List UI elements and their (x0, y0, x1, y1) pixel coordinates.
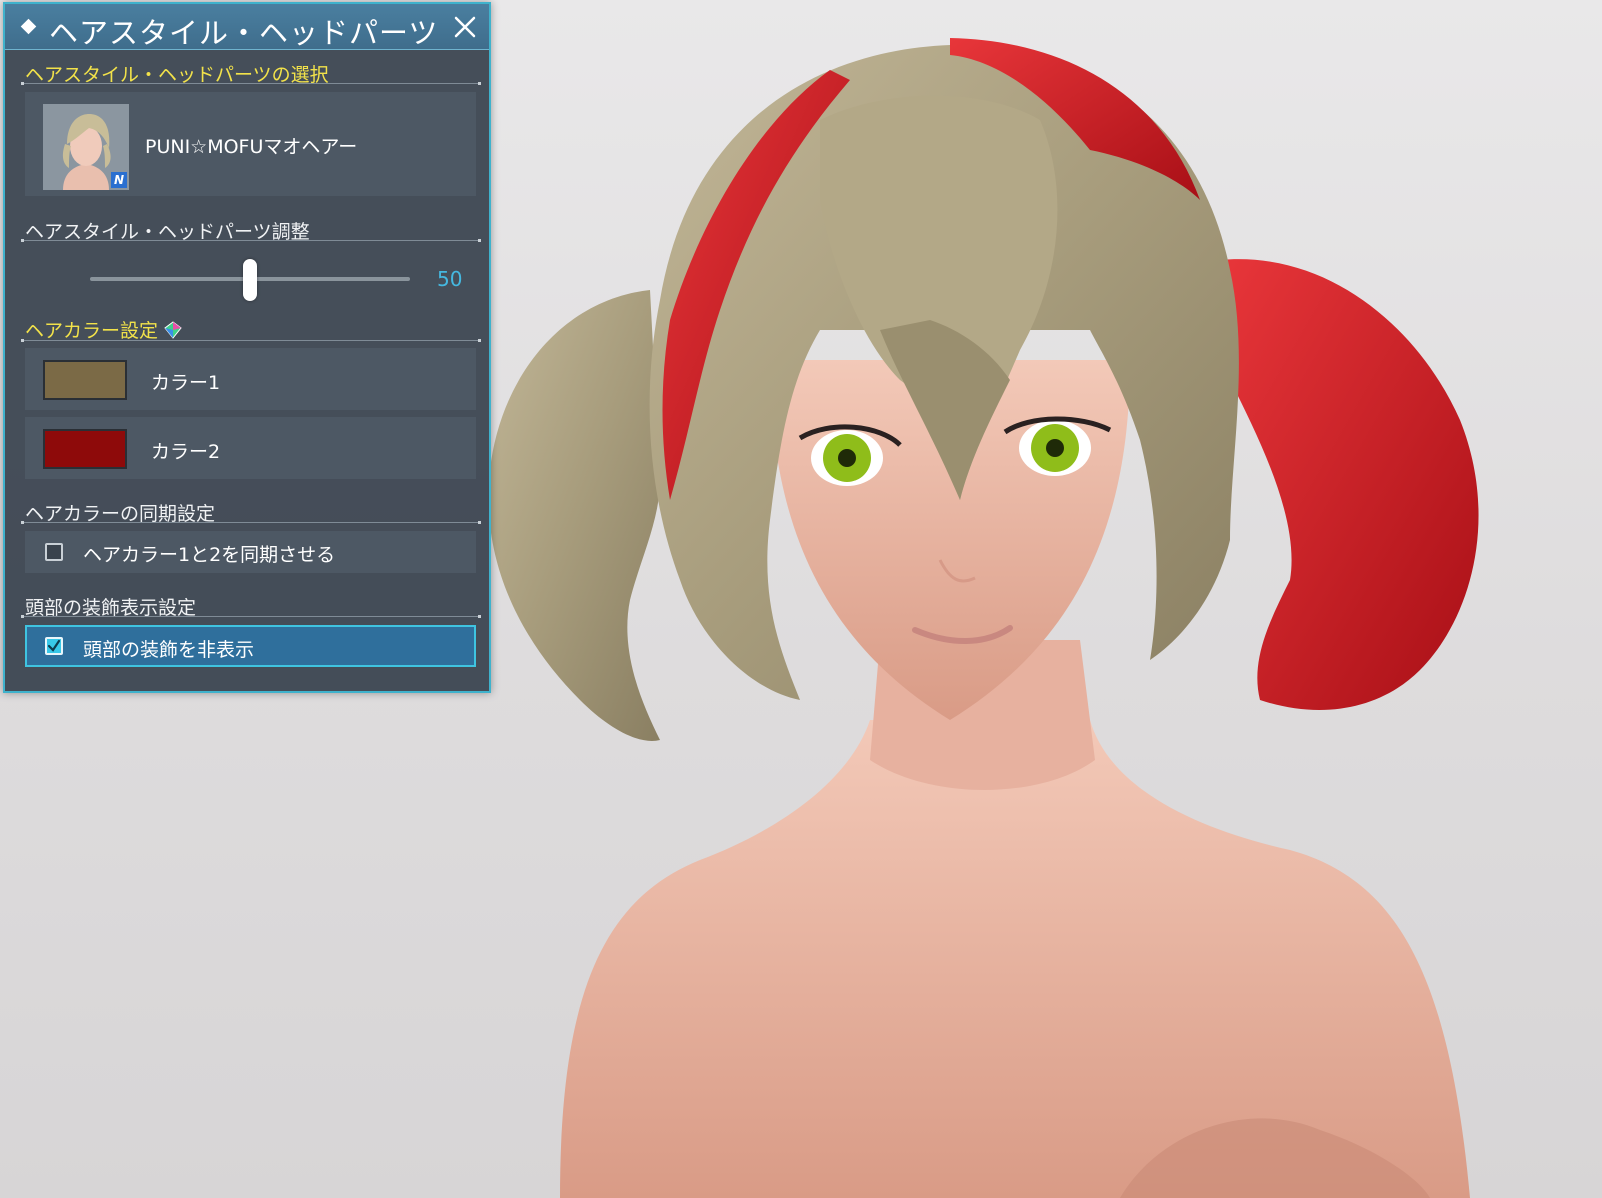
adjust-slider-handle[interactable] (243, 259, 257, 301)
color-2-label: カラー2 (151, 441, 221, 463)
hairstyle-thumbnail: N (43, 104, 129, 190)
sync-colors-option[interactable]: ヘアカラー1と2を同期させる (25, 531, 476, 573)
color-2-swatch (43, 429, 127, 469)
hide-head-decoration-checkbox[interactable] (45, 637, 63, 655)
section-divider (21, 521, 481, 524)
diamond-icon (20, 18, 37, 35)
character-body (560, 640, 1470, 1198)
hair-color-1-button[interactable]: カラー1 (25, 348, 476, 410)
close-button[interactable] (449, 11, 481, 43)
hide-head-decoration-option[interactable]: 頭部の装飾を非表示 (25, 625, 476, 667)
hair-color-2-button[interactable]: カラー2 (25, 417, 476, 479)
color-1-swatch (43, 360, 127, 400)
sync-colors-label: ヘアカラー1と2を同期させる (83, 544, 336, 566)
section-divider (21, 239, 481, 242)
premium-gem-icon (164, 321, 182, 339)
hairstyle-select-button[interactable]: N PUNI☆MOFUマオヘアー (25, 92, 476, 196)
sync-colors-checkbox[interactable] (45, 543, 63, 561)
section-divider (21, 615, 481, 618)
section-heading-hair-color: ヘアカラー設定 (25, 316, 182, 343)
section-divider (21, 82, 481, 85)
hair-color-heading-text: ヘアカラー設定 (25, 320, 159, 342)
hide-head-decoration-label: 頭部の装飾を非表示 (83, 639, 255, 661)
adjust-slider-value: 50 (437, 267, 463, 291)
hairstyle-panel: ヘアスタイル・ヘッドパーツ ヘアスタイル・ヘッドパーツの選択 N PUNI☆MO… (3, 2, 491, 693)
panel-title: ヘアスタイル・ヘッドパーツ (49, 16, 439, 50)
panel-titlebar[interactable]: ヘアスタイル・ヘッドパーツ (5, 4, 489, 50)
close-icon (454, 16, 476, 38)
color-1-label: カラー1 (151, 372, 221, 394)
checkmark-icon (47, 639, 61, 652)
section-divider (21, 339, 481, 342)
new-badge: N (111, 172, 127, 188)
hairstyle-name: PUNI☆MOFUマオヘアー (145, 136, 358, 158)
